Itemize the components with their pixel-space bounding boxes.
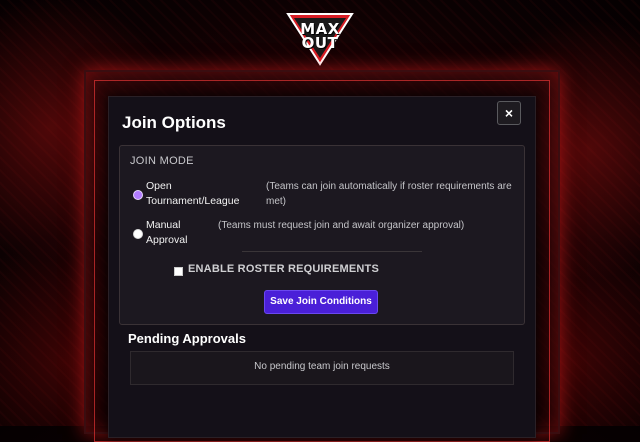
radio-manual-approval[interactable] xyxy=(133,229,143,239)
join-options-modal: Join Options × JOIN MODE Open Tournament… xyxy=(108,96,536,438)
option-manual-description: (Teams must request join and await organ… xyxy=(218,220,465,231)
close-button[interactable]: × xyxy=(497,101,521,125)
option-manual-label[interactable]: Manual Approval xyxy=(146,218,187,248)
divider xyxy=(242,251,422,252)
modal-title: Join Options xyxy=(122,113,226,132)
roster-requirements-checkbox[interactable] xyxy=(174,267,183,276)
save-join-conditions-button[interactable]: Save Join Conditions xyxy=(264,290,378,314)
logo-line-2: OUT xyxy=(301,34,339,52)
option-open-label[interactable]: Open Tournament/League xyxy=(146,179,239,209)
radio-open-tournament[interactable] xyxy=(133,190,143,200)
option-open-label-line-1: Open xyxy=(146,180,172,192)
option-open-description-line-1: (Teams can join automatically if roster … xyxy=(266,181,512,192)
option-manual-label-line-1: Manual xyxy=(146,219,181,231)
pending-approvals-list: No pending team join requests xyxy=(130,351,514,385)
roster-requirements-label[interactable]: ENABLE ROSTER REQUIREMENTS xyxy=(188,263,379,275)
pending-approvals-title: Pending Approvals xyxy=(128,331,246,346)
option-open-description-line-2: met) xyxy=(266,196,286,207)
max-out-logo: MAX OUT xyxy=(284,8,356,66)
option-open-label-line-2: Tournament/League xyxy=(146,195,240,207)
option-manual-label-line-2: Approval xyxy=(146,234,188,246)
join-mode-label: JOIN MODE xyxy=(130,155,194,167)
logo-text: MAX OUT xyxy=(284,22,356,52)
pending-empty-message: No pending team join requests xyxy=(254,361,390,372)
option-open-description: (Teams can join automatically if roster … xyxy=(266,179,512,209)
